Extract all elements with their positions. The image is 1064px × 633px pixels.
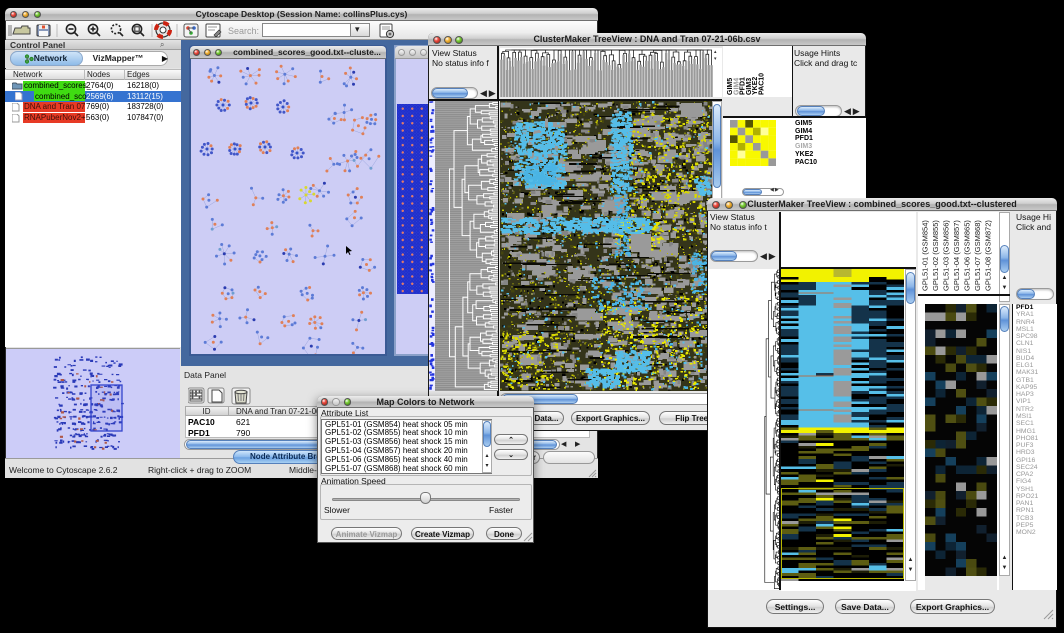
svg-text:GPL51-06 (GSM865): GPL51-06 (GSM865) [963, 220, 972, 291]
svg-text:GPL51-02 (GSM855): GPL51-02 (GSM855) [931, 220, 940, 291]
svg-text:GPL51-07 (GSM868): GPL51-07 (GSM868) [973, 220, 982, 291]
svg-text:GPL51-08 (GSM872): GPL51-08 (GSM872) [984, 220, 993, 291]
svg-text:GPL51-03 (GSM856): GPL51-03 (GSM856) [942, 220, 951, 291]
svg-text:GPL51-04 (GSM857): GPL51-04 (GSM857) [952, 220, 961, 291]
svg-text:PAC10: PAC10 [759, 73, 766, 95]
svg-text:GPL51-01 (GSM854): GPL51-01 (GSM854) [921, 220, 930, 291]
